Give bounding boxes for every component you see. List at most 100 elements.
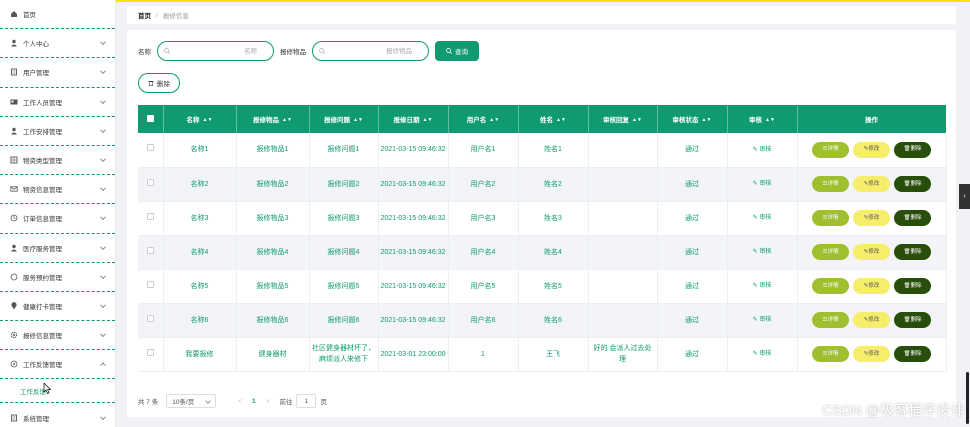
column-header[interactable]: 用户名 ▲▼ — [448, 105, 519, 133]
cell-name: 名称2 — [163, 167, 237, 202]
delete-button[interactable]: 🗑 删除 — [894, 346, 931, 362]
sort-icon[interactable]: ▲▼ — [282, 117, 292, 123]
column-header[interactable]: 审核回复 ▲▼ — [588, 105, 658, 133]
detail-button[interactable]: ☰ 详情 — [812, 244, 849, 260]
side-collapse-tab[interactable]: ‹ — [959, 184, 970, 209]
edit-button[interactable]: ✎ 修改 — [853, 210, 890, 226]
sidebar-item[interactable]: 首页 — [0, 0, 115, 30]
audit-link[interactable]: ✎ 审核 — [753, 147, 772, 153]
row-checkbox[interactable] — [146, 280, 154, 288]
delete-button[interactable]: 🗑 删除 — [894, 278, 931, 294]
breadcrumb-home[interactable]: 首页 — [138, 10, 151, 20]
sidebar-item-label: 系统管理 — [23, 416, 49, 424]
cell-username: 用户名2 — [448, 167, 519, 202]
edit-button[interactable]: ✎ 修改 — [853, 176, 890, 192]
sidebar-item-label: 物资信息管理 — [23, 187, 62, 195]
page-size-select[interactable]: 10条/页 — [166, 394, 217, 408]
sidebar-item[interactable]: 工作反馈管理 — [0, 350, 115, 380]
scrollbar[interactable] — [966, 372, 969, 424]
column-header[interactable]: 名称 ▲▼ — [163, 105, 237, 133]
delete-button[interactable]: 🗑 删除 — [894, 244, 931, 260]
sidebar-item[interactable]: 工作安排管理 — [0, 117, 115, 146]
circle-icon — [10, 273, 18, 281]
sidebar-item[interactable]: 个人中心 — [0, 29, 115, 59]
detail-button[interactable]: ☰ 详情 — [812, 176, 849, 192]
column-header[interactable]: 姓名 ▲▼ — [518, 105, 589, 133]
breadcrumb-separator: / — [156, 11, 158, 19]
sort-icon[interactable]: ▲▼ — [489, 117, 499, 123]
detail-button[interactable]: ☰ 详情 — [812, 312, 849, 328]
edit-button[interactable]: ✎ 修改 — [853, 278, 890, 294]
sort-icon[interactable]: ▲▼ — [203, 117, 213, 123]
detail-button[interactable]: ☰ 详情 — [812, 278, 849, 294]
detail-button-label: 详情 — [827, 146, 839, 153]
item-search-input[interactable] — [313, 42, 428, 60]
delete-button[interactable]: 🗑 删除 — [894, 176, 931, 192]
audit-link[interactable]: ✎ 审核 — [753, 351, 772, 357]
column-header[interactable]: 审核 ▲▼ — [727, 105, 798, 133]
sidebar-item[interactable]: 用户管理 — [0, 58, 115, 88]
sidebar-item[interactable]: 健康打卡管理 — [0, 292, 115, 322]
sort-icon[interactable]: ▲▼ — [423, 117, 433, 123]
sidebar-item-label: 健康打卡管理 — [23, 303, 62, 311]
detail-button[interactable]: ☰ 详情 — [812, 346, 849, 362]
name-search-input[interactable] — [158, 42, 273, 60]
goto-page-input[interactable]: 1 — [296, 394, 317, 408]
sidebar-item-system[interactable]: 系统管理 — [0, 403, 115, 427]
delete-button[interactable]: 🗑 删除 — [894, 141, 931, 158]
sort-icon[interactable]: ▲▼ — [765, 117, 775, 123]
sidebar-item[interactable]: 物资类型管理 — [0, 146, 115, 176]
page-number-1[interactable]: 1 — [252, 398, 256, 405]
chevron-down-icon — [100, 214, 106, 221]
sidebar-subitem-feedback[interactable]: 工作反馈 — [0, 379, 115, 404]
edit-button[interactable]: ✎ 修改 — [853, 141, 890, 158]
audit-link[interactable]: ✎ 审核 — [753, 317, 772, 323]
delete-button[interactable]: 🗑 删除 — [894, 312, 931, 328]
audit-link[interactable]: ✎ 审核 — [753, 181, 772, 187]
edit-button[interactable]: ✎ 修改 — [853, 312, 890, 328]
sidebar-item[interactable]: 工作人员管理 — [0, 88, 115, 117]
sidebar-item[interactable]: 医疗服务管理 — [0, 234, 115, 263]
column-header[interactable]: 报修日期 ▲▼ — [378, 105, 449, 133]
sort-icon[interactable]: ▲▼ — [556, 117, 566, 123]
item-search-box — [312, 41, 429, 61]
sort-icon[interactable]: ▲▼ — [702, 117, 712, 123]
row-checkbox[interactable] — [146, 212, 154, 220]
row-checkbox[interactable] — [146, 178, 154, 186]
edit-button[interactable]: ✎ 修改 — [853, 244, 890, 260]
row-checkbox[interactable] — [146, 348, 154, 356]
mail-icon — [10, 186, 18, 192]
select-all-checkbox[interactable] — [146, 114, 154, 122]
content-card: 名称 报修物品 查询 删除 — [127, 30, 956, 417]
prev-page-button[interactable]: < — [238, 398, 242, 405]
edit-button-label: 修改 — [868, 146, 880, 153]
detail-button-label: 详情 — [827, 214, 839, 221]
cell-status: 通过 — [657, 235, 728, 270]
sort-icon[interactable]: ▲▼ — [353, 117, 363, 123]
detail-button[interactable]: ☰ 详情 — [812, 210, 849, 226]
gear-icon-wrap — [10, 331, 18, 339]
batch-delete-button[interactable]: 删除 — [138, 73, 180, 93]
query-button[interactable]: 查询 — [435, 41, 479, 61]
next-page-button[interactable]: > — [266, 398, 270, 405]
detail-button[interactable]: ☰ 详情 — [812, 141, 849, 158]
sidebar-item[interactable]: 报修信息管理 — [0, 321, 115, 351]
sort-icon[interactable]: ▲▼ — [632, 117, 642, 123]
column-header[interactable]: 报修问题 ▲▼ — [309, 105, 379, 133]
sidebar-item[interactable]: 订单信息管理 — [0, 204, 115, 234]
audit-link[interactable]: ✎ 审核 — [753, 215, 772, 221]
column-header[interactable]: 报修物品 ▲▼ — [236, 105, 310, 133]
edit-button[interactable]: ✎ 修改 — [853, 346, 890, 362]
audit-link[interactable]: ✎ 审核 — [753, 283, 772, 289]
audit-link[interactable]: ✎ 审核 — [753, 249, 772, 255]
row-checkbox[interactable] — [146, 314, 154, 322]
row-select-cell — [138, 133, 164, 168]
sidebar-item[interactable]: 服务预约管理 — [0, 263, 115, 292]
chevron-down-icon — [100, 98, 106, 104]
cell-realname: 姓名4 — [518, 235, 589, 270]
sidebar-item[interactable]: 物资信息管理 — [0, 175, 115, 205]
delete-button[interactable]: 🗑 删除 — [894, 210, 931, 226]
row-checkbox[interactable] — [146, 144, 154, 152]
row-checkbox[interactable] — [146, 246, 154, 254]
column-header[interactable]: 审核状态 ▲▼ — [657, 105, 728, 133]
